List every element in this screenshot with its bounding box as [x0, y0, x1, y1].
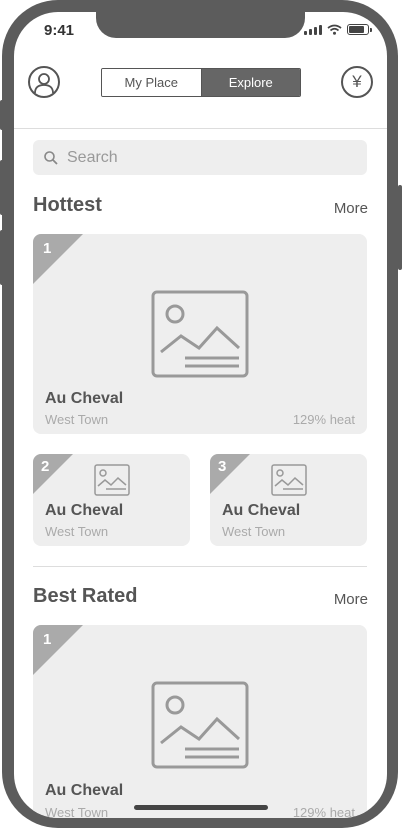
- place-area: West Town: [45, 805, 109, 818]
- rank-badge: [33, 234, 83, 284]
- rank-number: 1: [43, 631, 52, 648]
- heat-value: 129% heat: [292, 805, 355, 818]
- rank-badge: [33, 625, 83, 675]
- phone-frame: 9:41 My Place Explore ¥ Search Hottest M…: [0, 0, 402, 828]
- rank-badge: [210, 454, 250, 494]
- home-indicator[interactable]: [134, 805, 268, 810]
- screen: 9:41 My Place Explore ¥ Search Hottest M…: [14, 12, 387, 818]
- status-time: 9:41: [44, 22, 75, 39]
- best-rated-featured-card[interactable]: 1 Au Cheval West Town 129% heat: [33, 625, 367, 818]
- place-area: West Town: [45, 524, 109, 539]
- power-button: [398, 185, 402, 270]
- person-icon: [34, 73, 54, 94]
- search-input[interactable]: Search: [33, 140, 367, 175]
- rank-badge: [33, 454, 73, 494]
- rank-number: 3: [218, 458, 227, 475]
- heat-value: 129% heat: [292, 412, 355, 427]
- tab-explore[interactable]: Explore: [201, 69, 300, 96]
- search-placeholder: Search: [67, 148, 118, 166]
- image-placeholder-icon: [271, 464, 307, 496]
- image-placeholder-icon: [94, 464, 130, 496]
- signal-icon: [304, 25, 322, 35]
- top-nav: My Place Explore ¥: [14, 48, 387, 129]
- volume-down-button: [0, 230, 4, 285]
- rank-number: 1: [43, 240, 52, 257]
- place-explore-toggle: My Place Explore: [101, 68, 301, 97]
- hottest-card-3[interactable]: 3 Au Cheval West Town: [210, 454, 367, 546]
- wallet-button[interactable]: ¥: [341, 66, 373, 98]
- place-area: West Town: [222, 524, 286, 539]
- place-name: Au Cheval: [45, 390, 124, 407]
- place-name: Au Cheval: [45, 502, 124, 519]
- place-name: Au Cheval: [45, 782, 124, 799]
- search-icon: [44, 150, 58, 165]
- wifi-icon: [327, 24, 342, 35]
- hottest-card-2[interactable]: 2 Au Cheval West Town: [33, 454, 190, 546]
- section-title-best-rated: Best Rated: [33, 585, 138, 607]
- place-area: West Town: [45, 412, 109, 427]
- profile-button[interactable]: [28, 66, 60, 98]
- hottest-featured-card[interactable]: 1 Au Cheval West Town 129% heat: [33, 234, 367, 434]
- status-icons: [304, 24, 372, 35]
- volume-up-button: [0, 160, 4, 215]
- rank-number: 2: [41, 458, 50, 475]
- image-placeholder-icon: [151, 290, 249, 378]
- mute-switch: [0, 100, 4, 130]
- battery-icon: [347, 24, 372, 35]
- section-divider: [33, 566, 367, 567]
- image-placeholder-icon: [151, 681, 249, 769]
- best-rated-more-link[interactable]: More: [334, 591, 368, 608]
- hottest-more-link[interactable]: More: [334, 200, 368, 217]
- tab-my-place[interactable]: My Place: [102, 69, 202, 96]
- section-title-hottest: Hottest: [33, 194, 102, 216]
- notch: [96, 12, 305, 38]
- place-name: Au Cheval: [222, 502, 301, 519]
- yen-icon: ¥: [352, 72, 362, 91]
